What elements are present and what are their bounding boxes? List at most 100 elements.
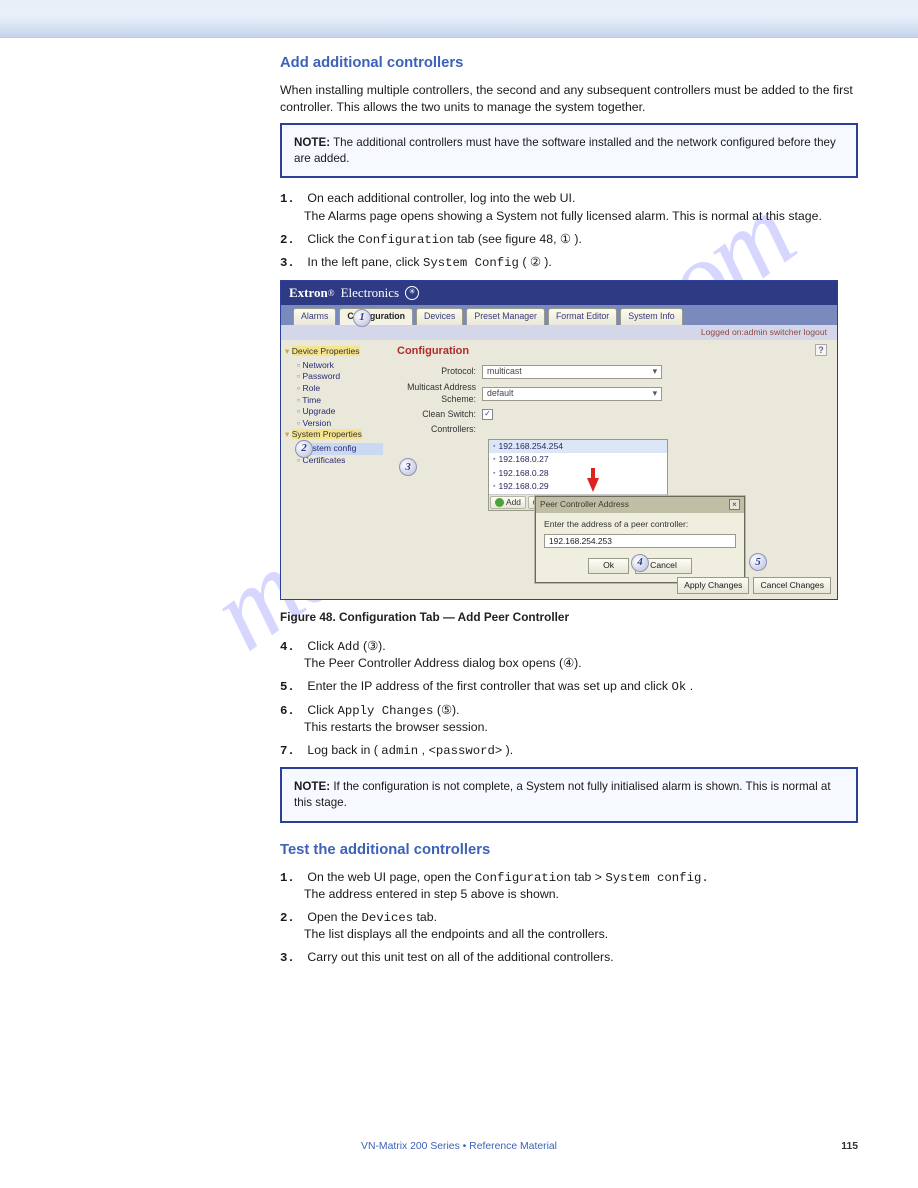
note-label: NOTE: bbox=[294, 780, 330, 793]
section-heading: Add additional controllers bbox=[280, 54, 858, 74]
row-cleanswitch: Clean Switch: ✓ bbox=[397, 409, 827, 421]
key: Ok bbox=[672, 680, 687, 694]
step-text-c: ). bbox=[574, 232, 582, 246]
step-tail: (⑤). bbox=[437, 703, 460, 717]
unit-test-heading: Test the additional controllers bbox=[280, 841, 858, 861]
tree-item-time[interactable]: Time bbox=[297, 395, 383, 407]
select-protocol[interactable]: multicast ▾ bbox=[482, 365, 662, 379]
brand-name-2: Electronics bbox=[341, 284, 399, 302]
tab-alarms[interactable]: Alarms bbox=[293, 308, 336, 325]
step-post: This restarts the browser session. bbox=[304, 719, 488, 736]
label-controllers: Controllers: bbox=[397, 424, 482, 436]
callout-3: 3 bbox=[399, 458, 417, 476]
controller-row[interactable]: 192.168.254.254 bbox=[489, 440, 667, 454]
dialog-titlebar: Peer Controller Address × bbox=[536, 497, 744, 512]
peer-address-input[interactable]: 192.168.254.253 bbox=[544, 534, 736, 548]
dialog-prompt: Enter the address of a peer controller: bbox=[544, 519, 736, 531]
step-3: 3. In the left pane, click System Config… bbox=[280, 254, 853, 272]
step-text-b: ( bbox=[522, 255, 526, 269]
footer-page-number: 115 bbox=[841, 1141, 858, 1152]
step-text: Click bbox=[307, 639, 337, 653]
tab-configuration[interactable]: Configuration bbox=[339, 308, 413, 325]
step-text: On the web UI page, open the bbox=[307, 870, 475, 884]
nav-tree: Device Properties Network Password Role … bbox=[281, 340, 387, 598]
select-value: multicast bbox=[487, 366, 522, 378]
step-text-b: tab (see figure 48, bbox=[457, 232, 560, 246]
key: Configuration bbox=[358, 233, 454, 247]
callout-4: 4 bbox=[631, 554, 649, 572]
step-text: Open the bbox=[307, 910, 361, 924]
step-text: Carry out this unit test on all of the a… bbox=[307, 950, 613, 964]
step-text-c: ). bbox=[544, 255, 552, 269]
main-column: Add additional controllers When installi… bbox=[120, 50, 858, 973]
dialog-title: Peer Controller Address bbox=[540, 499, 629, 510]
row-mcast: Multicast Address Scheme: default ▾ bbox=[397, 382, 827, 406]
controller-row[interactable]: 192.168.0.28 bbox=[489, 467, 667, 481]
step-post: The address entered in step 5 above is s… bbox=[304, 886, 559, 903]
select-mcast[interactable]: default ▾ bbox=[482, 387, 662, 401]
tree-item-role[interactable]: Role bbox=[297, 383, 383, 395]
close-icon[interactable]: × bbox=[729, 499, 740, 510]
plus-icon bbox=[495, 498, 504, 507]
mid: tab. bbox=[417, 910, 438, 924]
tree-folder-device-properties[interactable]: Device Properties bbox=[285, 346, 383, 358]
dialog-body: Enter the address of a peer controller: … bbox=[536, 513, 744, 553]
tab-format-editor[interactable]: Format Editor bbox=[548, 308, 617, 325]
step-num: 6. bbox=[280, 703, 304, 720]
add-button[interactable]: Add bbox=[490, 496, 526, 509]
step-text: Enter the IP address of the first contro… bbox=[307, 679, 671, 693]
step-tail: (③). bbox=[363, 639, 386, 653]
label-mcast: Multicast Address Scheme: bbox=[397, 382, 482, 406]
label-cleanswitch: Clean Switch: bbox=[397, 409, 482, 421]
login-strip[interactable]: Logged on:admin switcher logout bbox=[281, 325, 837, 341]
step-num: 3. bbox=[280, 255, 304, 272]
tab-devices[interactable]: Devices bbox=[416, 308, 463, 325]
controller-row[interactable]: 192.168.0.29 bbox=[489, 480, 667, 494]
app-header: Extron ® Electronics bbox=[281, 281, 837, 305]
tree-item-upgrade[interactable]: Upgrade bbox=[297, 406, 383, 418]
arrow-down-icon bbox=[587, 478, 599, 492]
step-num: 2. bbox=[280, 910, 304, 927]
note-box-1: NOTE: The additional controllers must ha… bbox=[280, 123, 858, 178]
tab-system-info[interactable]: System Info bbox=[620, 308, 682, 325]
step-text: Click bbox=[307, 703, 337, 717]
note-box-2: NOTE: If the configuration is not comple… bbox=[280, 767, 858, 822]
key: Configuration bbox=[475, 871, 571, 885]
apply-bar: Apply Changes Cancel Changes bbox=[677, 577, 831, 595]
key: admin bbox=[381, 744, 418, 758]
step-text: On each additional controller, log into … bbox=[307, 191, 575, 205]
row-protocol: Protocol: multicast ▾ bbox=[397, 365, 827, 379]
tree-item-certificates[interactable]: Certificates bbox=[297, 455, 383, 467]
callout-2: 2 bbox=[295, 440, 313, 458]
step-text: Log back in ( bbox=[307, 743, 377, 757]
controller-row[interactable]: 192.168.0.27 bbox=[489, 453, 667, 467]
app-body: Device Properties Network Password Role … bbox=[281, 340, 837, 598]
note-text: If the configuration is not complete, a … bbox=[294, 780, 831, 809]
ut-step-2: 2. Open the Devices tab. The list displa… bbox=[280, 909, 853, 943]
tree-item-network[interactable]: Network bbox=[297, 360, 383, 372]
tree-item-password[interactable]: Password bbox=[297, 371, 383, 383]
callout-1: 1 bbox=[353, 309, 371, 327]
folder-label: System Properties bbox=[292, 429, 362, 439]
key: System config. bbox=[605, 871, 708, 885]
step-post: The Peer Controller Address dialog box o… bbox=[304, 655, 582, 672]
step-num: 5. bbox=[280, 679, 304, 696]
ok-button[interactable]: Ok bbox=[588, 558, 629, 574]
footer-product: VN-Matrix 200 Series • Reference Materia… bbox=[361, 1141, 557, 1152]
tree-folder-system-properties[interactable]: System Properties bbox=[285, 429, 383, 441]
step-text-b: The Alarms page opens showing a System n… bbox=[304, 208, 822, 225]
tree-item-version[interactable]: Version bbox=[297, 418, 383, 430]
checkbox-cleanswitch[interactable]: ✓ bbox=[482, 409, 493, 420]
panel-title: Configuration bbox=[397, 344, 469, 359]
cancel-changes-button[interactable]: Cancel Changes bbox=[753, 577, 831, 595]
apply-changes-button[interactable]: Apply Changes bbox=[677, 577, 749, 595]
help-icon[interactable]: ? bbox=[815, 344, 827, 356]
tab-preset-manager[interactable]: Preset Manager bbox=[466, 308, 545, 325]
intro-paragraph: When installing multiple controllers, th… bbox=[280, 82, 853, 115]
key: System Config bbox=[423, 256, 519, 270]
step-2: 2. Click the Configuration tab (see figu… bbox=[280, 231, 853, 249]
circled-ref: ② bbox=[530, 255, 541, 269]
page-top-strip bbox=[0, 0, 918, 38]
config-panel: Configuration ? Protocol: multicast ▾ Mu… bbox=[387, 340, 837, 598]
step-num: 1. bbox=[280, 191, 304, 208]
